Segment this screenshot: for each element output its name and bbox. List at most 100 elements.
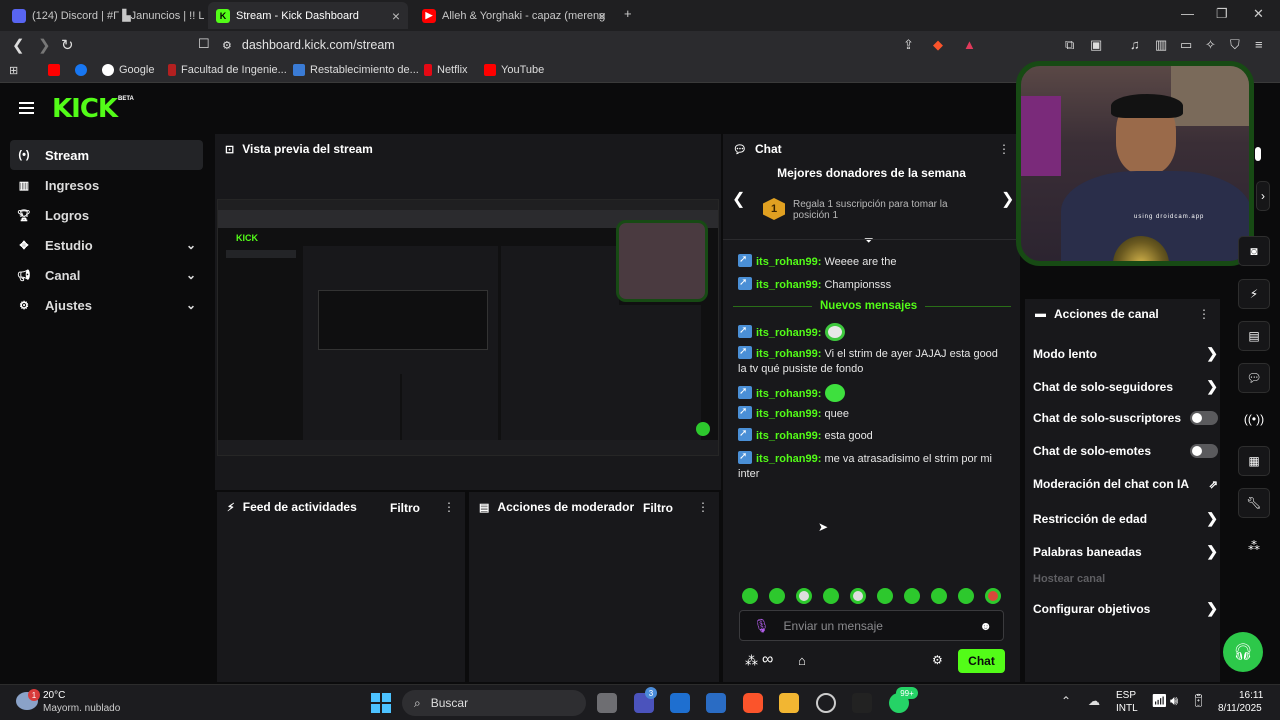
bookmark-netflix[interactable]: Netflix xyxy=(424,64,468,76)
emote-icon[interactable] xyxy=(931,588,947,604)
tab-discord[interactable]: (124) Discord | #Γ ▙Januncios | !! LA xyxy=(4,2,204,29)
forward-icon[interactable]: ❯ xyxy=(38,36,51,54)
hamburger-menu-icon[interactable] xyxy=(19,102,34,114)
emote-icon[interactable] xyxy=(823,588,839,604)
brave-icon[interactable] xyxy=(743,693,763,713)
age-restriction-item[interactable]: Restricción de edad ❯ xyxy=(1033,510,1218,527)
kick-logo[interactable]: KICK xyxy=(52,94,118,124)
apps-icon[interactable]: ⊞ xyxy=(9,64,18,77)
emoji-icon[interactable]: ☻ xyxy=(979,619,992,633)
tray-overflow-icon[interactable]: ⌃ xyxy=(1061,694,1071,708)
close-window-icon[interactable]: ✕ xyxy=(1253,6,1264,22)
kebab-menu-icon[interactable]: ⋮ xyxy=(443,500,455,514)
chat-username[interactable]: its_rohan99: xyxy=(756,408,821,420)
bookmark-icon[interactable]: ☐ xyxy=(198,36,210,52)
chat-username[interactable]: its_rohan99: xyxy=(756,256,821,268)
emote-icon[interactable] xyxy=(958,588,974,604)
support-headset-icon[interactable]: 🎧︎ xyxy=(1223,632,1263,672)
vscode-icon[interactable] xyxy=(706,693,726,713)
emote-icon[interactable] xyxy=(769,588,785,604)
emote-icon[interactable] xyxy=(742,588,758,604)
clock-time[interactable]: 16:11 xyxy=(1239,690,1263,701)
emote-icon[interactable] xyxy=(850,588,866,604)
maximize-icon[interactable]: ❐ xyxy=(1216,6,1228,22)
slow-mode-item[interactable]: Modo lento ❯ xyxy=(1033,345,1218,362)
leo-icon[interactable]: ✧ xyxy=(1205,37,1216,53)
emote-icon[interactable] xyxy=(796,588,812,604)
audio-mixer-icon[interactable] xyxy=(852,693,872,713)
clock-date[interactable]: 8/11/2025 xyxy=(1218,703,1262,714)
emote-icon[interactable] xyxy=(985,588,1001,604)
bookmark-youtube-icon[interactable] xyxy=(48,64,60,76)
chat-bubble-icon[interactable]: 💬︎ xyxy=(1238,363,1270,393)
store-icon[interactable] xyxy=(670,693,690,713)
obs-icon[interactable] xyxy=(816,693,836,713)
network-activity-icon[interactable]: ☁ xyxy=(1088,694,1100,708)
weather-desc[interactable]: Mayorm. nublado xyxy=(43,703,120,714)
sidebar-item-canal[interactable]: 📢︎ Canal ⌄ xyxy=(10,260,203,290)
send-chat-button[interactable]: Chat xyxy=(958,649,1005,673)
back-icon[interactable]: ❮ xyxy=(12,36,25,54)
chevron-right-icon[interactable]: ❯ xyxy=(1001,189,1014,209)
chat-input[interactable]: 🎙︎ Enviar un mensaje ☻ xyxy=(739,610,1004,641)
taskbar-search[interactable]: ⌕ Buscar xyxy=(402,690,586,716)
followers-only-item[interactable]: Chat de solo-seguidores ❯ xyxy=(1033,378,1218,395)
chevron-left-icon[interactable]: ❮ xyxy=(732,189,745,209)
media-icon[interactable]: ♫ xyxy=(1130,37,1140,52)
chat-username[interactable]: its_rohan99: xyxy=(756,348,821,360)
kebab-menu-icon[interactable]: ⋮ xyxy=(697,500,709,514)
community-icon[interactable]: ⁂ xyxy=(1238,531,1270,561)
task-view-icon[interactable] xyxy=(597,693,617,713)
weather-temp[interactable]: 20°C xyxy=(43,690,65,701)
chat-username[interactable]: its_rohan99: xyxy=(756,279,821,291)
close-tab-icon[interactable]: × xyxy=(392,8,400,24)
new-tab-icon[interactable]: + xyxy=(624,6,632,21)
infinity-icon[interactable]: ∞ xyxy=(762,651,773,669)
banned-words-item[interactable]: Palabras baneadas ❯ xyxy=(1033,543,1218,560)
minimize-icon[interactable]: — xyxy=(1181,6,1194,21)
sidebar-item-estudio[interactable]: ✥ Estudio ⌄ xyxy=(10,230,203,260)
bookmark-youtube[interactable]: YouTube xyxy=(484,64,544,76)
close-tab-icon[interactable]: × xyxy=(598,8,606,24)
chat-username[interactable]: its_rohan99: xyxy=(756,430,821,442)
rail-button[interactable]: › xyxy=(1256,181,1270,211)
tab-kick-dashboard[interactable]: K Stream - Kick Dashboard × xyxy=(208,2,408,29)
bookmark-google[interactable]: Google xyxy=(102,64,154,76)
sidebar-item-stream[interactable]: (•) Stream xyxy=(10,140,203,170)
subscribers-only-toggle[interactable] xyxy=(1190,411,1218,425)
bookmark-facultad[interactable]: Facultad de Ingenie... xyxy=(168,64,287,76)
windows-start-icon[interactable] xyxy=(371,693,391,713)
input-language[interactable]: ESP xyxy=(1116,690,1136,701)
brave-shields-icon[interactable]: ◆ xyxy=(933,37,943,53)
battery-icon[interactable]: 🔋︎ xyxy=(1190,693,1207,709)
store-icon[interactable]: ⌂ xyxy=(798,653,806,668)
broadcast-icon[interactable]: ((•)) xyxy=(1238,404,1270,434)
sidebar-item-ingresos[interactable]: ▥ Ingresos xyxy=(10,170,203,200)
filter-button[interactable]: Filtro xyxy=(643,501,673,515)
kebab-menu-icon[interactable]: ⋮ xyxy=(1198,307,1210,321)
filter-button[interactable]: Filtro xyxy=(390,501,420,515)
wallet-icon[interactable]: ▭ xyxy=(1180,37,1192,53)
wifi-icon[interactable]: 📶︎ xyxy=(1151,693,1168,709)
bolt-icon[interactable]: ⚡︎ xyxy=(1238,279,1270,309)
emote-icon[interactable] xyxy=(877,588,893,604)
volume-icon[interactable]: 🔊︎ xyxy=(1170,693,1178,709)
microphone-icon[interactable]: 🎙︎ xyxy=(753,618,770,634)
chat-username[interactable]: its_rohan99: xyxy=(756,453,821,465)
reload-icon[interactable]: ↻ xyxy=(61,36,74,54)
configure-goals-item[interactable]: Configurar objetivos ❯ xyxy=(1033,600,1218,617)
collapse-icon[interactable]: ⏷ xyxy=(864,233,874,248)
menu-icon[interactable]: ≡ xyxy=(1255,37,1263,52)
chat-username[interactable]: its_rohan99: xyxy=(756,388,821,400)
emotes-only-toggle[interactable] xyxy=(1190,444,1218,458)
wrench-icon[interactable]: 🔧︎ xyxy=(1238,488,1270,518)
emote-icon[interactable] xyxy=(904,588,920,604)
share-icon[interactable]: ⇪ xyxy=(903,37,914,53)
screenshot-icon[interactable]: ▣ xyxy=(1090,37,1102,53)
url-field[interactable]: ⚙ dashboard.kick.com/stream xyxy=(222,34,922,56)
stream-preview-video[interactable]: KICK xyxy=(217,199,719,456)
moderation-icon[interactable]: ▦ xyxy=(1238,446,1270,476)
vpn-icon[interactable]: ⛉ xyxy=(1230,37,1240,53)
chat-settings-icon[interactable]: ⚙ xyxy=(932,653,943,667)
tab-youtube[interactable]: ▶ Alleh & Yorghaki - capaz (mereng × xyxy=(414,2,614,29)
